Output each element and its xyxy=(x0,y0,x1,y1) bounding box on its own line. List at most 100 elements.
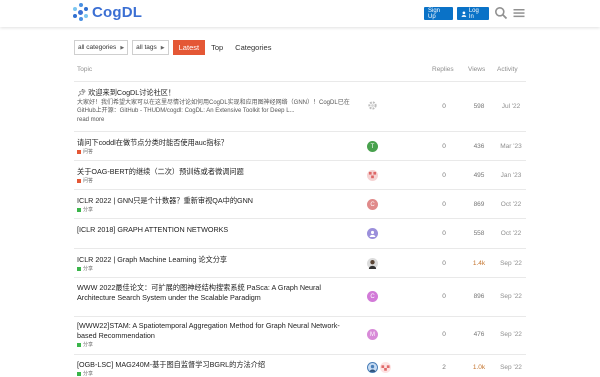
avatar[interactable] xyxy=(367,228,378,239)
chevron-right-icon: ▶ xyxy=(160,44,165,51)
reply-count: 2 xyxy=(442,364,446,371)
avatar[interactable] xyxy=(367,170,378,181)
tab-top[interactable]: Top xyxy=(205,40,229,55)
topic-title[interactable]: 关于OAG-BERT的继续（二次）预训练或者微调问题 xyxy=(77,167,357,177)
topic-table-header: Topic Replies Views Activity xyxy=(74,66,526,76)
reply-count: 0 xyxy=(442,172,446,179)
topic-title[interactable]: WWW 2022最佳论文：可扩展的图神经结构搜索系统 PaSca: A Grap… xyxy=(77,283,357,303)
avatar[interactable] xyxy=(367,258,378,269)
avatar[interactable]: M xyxy=(367,329,378,340)
view-count: 1.0k xyxy=(472,364,486,371)
topic-list-nav: all categories ▶ all tags ▶ Latest Top C… xyxy=(74,40,277,55)
tags-dropdown-label: all tags xyxy=(136,44,157,51)
reply-count: 0 xyxy=(442,331,446,338)
avatar[interactable] xyxy=(367,362,378,373)
category-color-swatch xyxy=(77,178,81,183)
view-count: 1.4k xyxy=(472,260,486,267)
col-replies[interactable]: Replies xyxy=(432,66,454,73)
site-logo[interactable]: CogDL xyxy=(72,3,142,21)
reply-count: 0 xyxy=(442,230,446,237)
topic-title[interactable]: [ICLR 2018] GRAPH ATTENTION NETWORKS xyxy=(77,225,357,235)
gear-icon xyxy=(368,101,377,110)
category-color-swatch xyxy=(77,207,81,212)
login-label: Log In xyxy=(468,7,479,20)
topic-title[interactable]: ICLR 2022 | Graph Machine Learning 论文分享 xyxy=(77,255,357,265)
reply-count: 0 xyxy=(442,201,446,208)
activity-date[interactable]: Sep '22 xyxy=(496,293,526,300)
categories-dropdown[interactable]: all categories ▶ xyxy=(74,40,129,55)
chevron-right-icon: ▶ xyxy=(120,44,125,51)
logo-mark-icon xyxy=(72,3,90,21)
activity-date[interactable]: Sep '22 xyxy=(496,331,526,338)
table-row[interactable]: WWW 2022最佳论文：可扩展的图神经结构搜索系统 PaSca: A Grap… xyxy=(74,278,526,316)
category-color-swatch xyxy=(77,342,81,347)
category-badge[interactable]: 分享 xyxy=(77,370,93,377)
activity-date[interactable]: Jul '22 xyxy=(496,103,526,110)
activity-date[interactable]: Sep '22 xyxy=(496,364,526,371)
table-row[interactable]: [WWW22]STAM: A Spatiotemporal Aggregatio… xyxy=(74,317,526,354)
col-activity[interactable]: Activity xyxy=(497,66,518,73)
activity-date[interactable]: Mar '23 xyxy=(496,143,526,150)
avatar-person-icon xyxy=(369,230,376,237)
avatar-pattern-icon xyxy=(381,364,390,371)
topic-excerpt: 大家好！我们希望大家可以在这里尽情讨论如何用CogDL实现和应用图神经网络（GN… xyxy=(77,100,350,114)
avatar-pattern-icon xyxy=(368,171,377,179)
category-badge[interactable]: 分享 xyxy=(77,206,93,213)
categories-dropdown-label: all categories xyxy=(78,44,117,51)
view-count: 869 xyxy=(473,201,485,208)
view-count: 598 xyxy=(473,103,485,110)
logo-text: CogDL xyxy=(92,3,143,21)
category-badge[interactable]: 分享 xyxy=(77,265,93,272)
hamburger-menu-icon[interactable] xyxy=(512,6,526,20)
reply-count: 0 xyxy=(442,143,446,150)
topic-title[interactable]: 📌︎ 欢迎来到CogDL讨论社区！ xyxy=(77,88,357,98)
avatar[interactable]: T xyxy=(367,141,378,152)
avatar[interactable]: C xyxy=(367,291,378,302)
login-button[interactable]: Log In xyxy=(457,7,489,20)
table-row[interactable]: ICLR 2022 | Graph Machine Learning 论文分享 … xyxy=(74,249,526,277)
tags-dropdown[interactable]: all tags ▶ xyxy=(132,40,169,55)
topic-title[interactable]: ICLR 2022 | GNN只是个计数器？重新审视QA中的GNN xyxy=(77,196,357,206)
activity-date[interactable]: Sep '22 xyxy=(496,260,526,267)
category-badge[interactable]: 问答 xyxy=(77,177,93,184)
activity-date[interactable]: Oct '22 xyxy=(496,201,526,208)
col-topic[interactable]: Topic xyxy=(77,66,92,73)
view-count: 558 xyxy=(473,230,485,237)
avatar[interactable]: C xyxy=(367,199,378,210)
view-count: 476 xyxy=(473,331,485,338)
reply-count: 0 xyxy=(442,293,446,300)
view-count: 436 xyxy=(473,143,485,150)
activity-date[interactable]: Jan '23 xyxy=(496,172,526,179)
person-icon xyxy=(461,11,467,17)
reply-count: 0 xyxy=(442,103,446,110)
view-count: 896 xyxy=(473,293,485,300)
table-row[interactable]: ICLR 2022 | GNN只是个计数器？重新审视QA中的GNN 分享 C 0… xyxy=(74,190,526,218)
table-row[interactable]: 关于OAG-BERT的继续（二次）预训练或者微调问题 问答 0 495 Jan … xyxy=(74,161,526,189)
table-row[interactable]: 请问下coddl在做节点分类时能否使用auc指标？ 问答 T 0 436 Mar… xyxy=(74,132,526,160)
category-badge[interactable]: 问答 xyxy=(77,148,93,155)
topic-title[interactable]: [WWW22]STAM: A Spatiotemporal Aggregatio… xyxy=(77,321,357,341)
activity-date[interactable]: Oct '22 xyxy=(496,230,526,237)
tab-latest[interactable]: Latest xyxy=(172,40,206,55)
topic-title[interactable]: [OGB-LSC] MAG240M-基于图自监督学习BGRL的方法介绍 xyxy=(77,360,357,370)
category-color-swatch xyxy=(77,149,81,154)
avatar[interactable] xyxy=(367,100,378,111)
col-views[interactable]: Views xyxy=(468,66,485,73)
signup-button[interactable]: Sign Up xyxy=(424,7,453,20)
read-more-link[interactable]: read more xyxy=(77,117,104,123)
table-row[interactable]: [ICLR 2018] GRAPH ATTENTION NETWORKS 0 5… xyxy=(74,219,526,248)
table-row[interactable]: 📌︎ 欢迎来到CogDL讨论社区！ 大家好！我们希望大家可以在这里尽情讨论如何用… xyxy=(74,82,526,131)
tab-categories[interactable]: Categories xyxy=(229,40,277,55)
pin-icon: 📌︎ xyxy=(77,88,87,97)
category-badge[interactable]: 分享 xyxy=(77,341,93,348)
avatar-photo-icon xyxy=(369,364,376,372)
category-color-swatch xyxy=(77,266,81,271)
avatar[interactable] xyxy=(380,362,391,373)
view-count: 495 xyxy=(473,172,485,179)
site-header: CogDL Sign Up Log In xyxy=(0,0,600,27)
reply-count: 0 xyxy=(442,260,446,267)
topic-title[interactable]: 请问下coddl在做节点分类时能否使用auc指标？ xyxy=(77,138,357,148)
search-icon[interactable] xyxy=(494,6,508,20)
table-row[interactable]: [OGB-LSC] MAG240M-基于图自监督学习BGRL的方法介绍 分享 2… xyxy=(74,355,526,377)
avatar-photo-icon xyxy=(368,259,377,269)
